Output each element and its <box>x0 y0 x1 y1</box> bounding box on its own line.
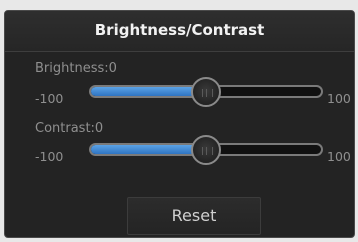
brightness-slider-fill <box>91 87 206 96</box>
brightness-contrast-dialog: Brightness/Contrast Brightness:0 -100 10… <box>4 10 355 238</box>
brightness-slider-handle[interactable] <box>191 77 221 107</box>
contrast-slider-handle[interactable] <box>191 135 221 165</box>
dialog-title: Brightness/Contrast <box>94 21 265 39</box>
contrast-max-label: 100 <box>327 149 351 164</box>
brightness-slider[interactable] <box>89 77 323 107</box>
brightness-max-label: 100 <box>327 91 351 106</box>
brightness-min-label: -100 <box>35 91 64 106</box>
brightness-label: Brightness:0 <box>35 61 117 76</box>
reset-button[interactable]: Reset <box>127 197 261 235</box>
contrast-slider[interactable] <box>89 135 323 165</box>
contrast-label: Contrast:0 <box>35 121 104 136</box>
contrast-min-label: -100 <box>35 149 64 164</box>
contrast-slider-fill <box>91 145 206 154</box>
dialog-titlebar: Brightness/Contrast <box>5 11 354 52</box>
